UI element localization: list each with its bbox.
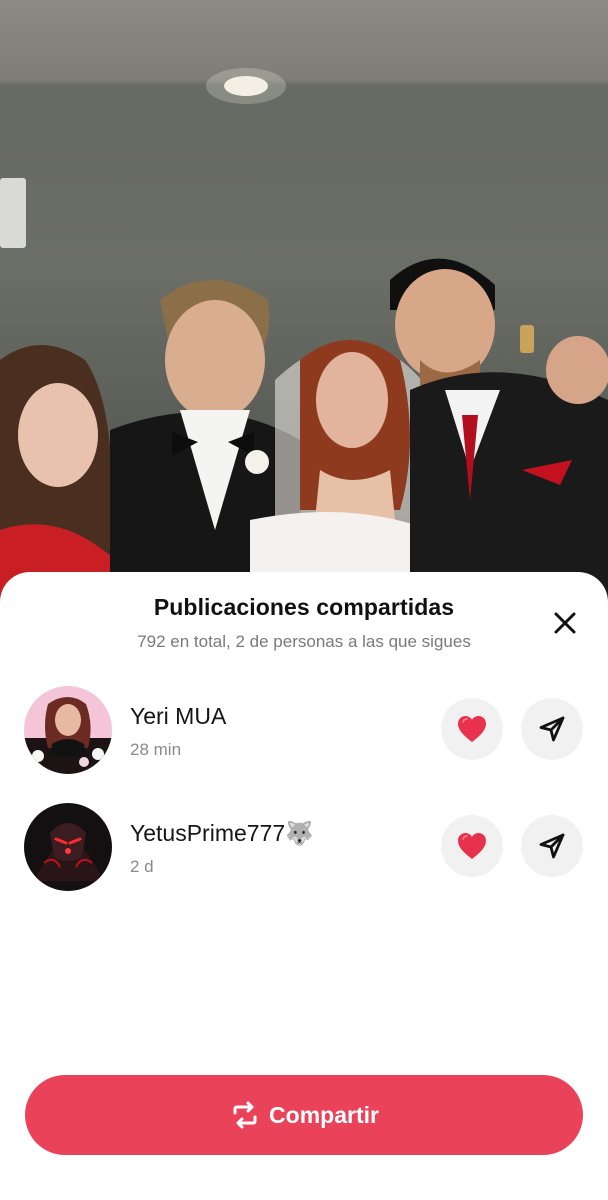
avatar[interactable] xyxy=(24,803,112,891)
close-button[interactable] xyxy=(548,606,582,640)
background-photo xyxy=(0,0,608,610)
sheet-title: Publicaciones compartidas xyxy=(153,594,455,620)
like-button[interactable] xyxy=(441,698,503,760)
avatar-image xyxy=(24,686,112,774)
send-button[interactable] xyxy=(521,815,583,877)
share-button[interactable]: Compartir xyxy=(25,1075,583,1155)
heart-icon xyxy=(458,833,486,859)
share-list-item[interactable]: Yeri MUA 28 min xyxy=(0,678,608,778)
shares-bottom-sheet: Publicaciones compartidas 792 en total, … xyxy=(0,572,608,1200)
share-time: 28 min xyxy=(130,740,182,759)
like-button[interactable] xyxy=(441,815,503,877)
send-button[interactable] xyxy=(521,698,583,760)
share-time: 2 d xyxy=(130,857,154,876)
avatar-image xyxy=(24,803,112,891)
share-list-item[interactable]: YetusPrime777🐺 2 d xyxy=(0,795,608,895)
sheet-subtitle: 792 en total, 2 de personas a las que si… xyxy=(137,632,471,651)
user-name[interactable]: YetusPrime777🐺 xyxy=(130,820,314,847)
send-icon xyxy=(539,833,565,859)
user-name[interactable]: Yeri MUA xyxy=(130,703,226,730)
heart-icon xyxy=(458,716,486,742)
photo-illustration xyxy=(0,68,608,610)
send-icon xyxy=(539,716,565,742)
share-button-label: Compartir xyxy=(269,1101,379,1128)
repost-icon xyxy=(229,1101,261,1129)
close-icon xyxy=(554,612,576,634)
avatar[interactable] xyxy=(24,686,112,774)
